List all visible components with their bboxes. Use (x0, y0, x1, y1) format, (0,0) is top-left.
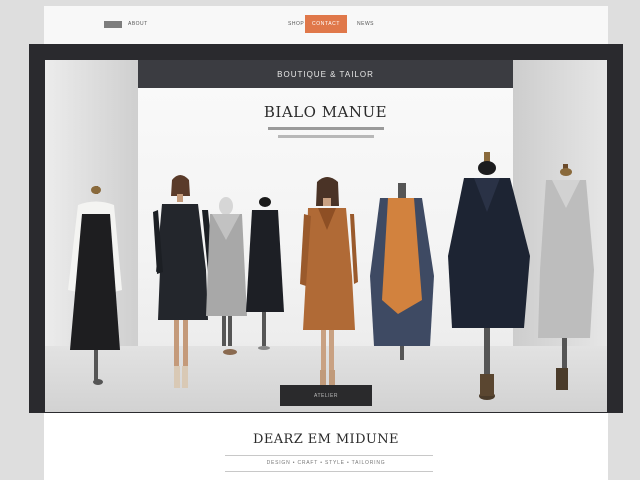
mannequin-grey-trench[interactable] (206, 197, 247, 355)
model-camel-coat[interactable] (300, 177, 358, 388)
mannequin-black-dress[interactable] (246, 197, 284, 350)
footer-divider-bottom (225, 471, 433, 472)
footer-subtitle: DESIGN • CRAFT • STYLE • TAILORING (266, 460, 386, 466)
model-black-coat[interactable] (153, 175, 214, 388)
display-pedestal: ATELIER (280, 385, 372, 406)
mannequin-orange-dress[interactable] (370, 183, 434, 360)
mannequin-navy-coat[interactable] (448, 152, 530, 400)
mannequin-right-wall[interactable] (538, 164, 594, 390)
footer-divider-top (225, 455, 433, 456)
footer-title: DEARZ EM MIDUNE (253, 432, 399, 447)
mannequin-display (68, 152, 594, 400)
mannequin-left-wall[interactable] (68, 186, 122, 385)
